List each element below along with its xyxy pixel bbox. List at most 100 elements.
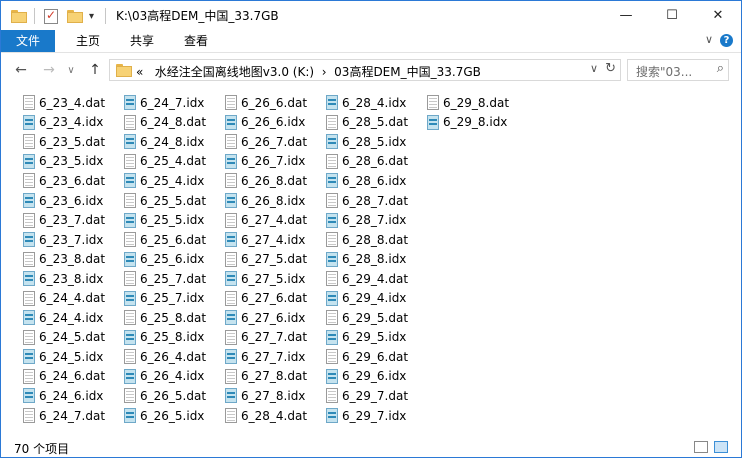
file-item[interactable]: 6_29_6.idx [326, 367, 408, 387]
file-item[interactable]: 6_23_7.idx [23, 230, 105, 250]
file-item[interactable]: 6_23_8.idx [23, 269, 105, 289]
breadcrumb-overflow[interactable]: « [136, 65, 143, 79]
file-item[interactable]: 6_29_4.dat [326, 269, 408, 289]
back-button[interactable]: ← [11, 60, 31, 80]
breadcrumb-separator[interactable]: › [322, 65, 327, 79]
file-name: 6_24_6.dat [39, 369, 106, 384]
file-item[interactable]: 6_29_5.dat [326, 308, 408, 328]
minimize-button[interactable]: — [603, 1, 649, 30]
file-item[interactable]: 6_25_6.dat [124, 230, 206, 250]
file-item[interactable]: 6_23_6.dat [23, 171, 105, 191]
quick-access-dropdown[interactable]: ▾ [89, 7, 94, 25]
file-item[interactable]: 6_25_7.idx [124, 288, 206, 308]
address-dropdown-icon[interactable]: ∨ [590, 62, 598, 75]
breadcrumb-drive[interactable]: 水经注全国离线地图v3.0 (K:) [155, 65, 314, 79]
file-item[interactable]: 6_27_6.idx [225, 308, 307, 328]
search-box[interactable]: 搜索"03... ⌕ [627, 59, 729, 81]
search-placeholder: 搜索"03... [636, 65, 693, 79]
file-item[interactable]: 6_29_8.idx [427, 113, 509, 133]
file-item[interactable]: 6_25_8.dat [124, 308, 206, 328]
tab-share[interactable]: 共享 [121, 30, 163, 52]
file-item[interactable]: 6_28_4.idx [326, 93, 408, 113]
file-item[interactable]: 6_26_7.dat [225, 132, 307, 152]
file-item[interactable]: 6_26_8.idx [225, 191, 307, 211]
file-item[interactable]: 6_24_8.dat [124, 113, 206, 133]
file-item[interactable]: 6_24_8.idx [124, 132, 206, 152]
file-item[interactable]: 6_23_4.dat [23, 93, 105, 113]
file-item[interactable]: 6_28_8.dat [326, 230, 408, 250]
file-item[interactable]: 6_26_5.idx [124, 406, 206, 426]
file-item[interactable]: 6_28_6.idx [326, 171, 408, 191]
ribbon-expand-icon[interactable]: ∨ [705, 33, 713, 46]
file-item[interactable]: 6_24_6.dat [23, 367, 105, 387]
file-item[interactable]: 6_28_5.dat [326, 113, 408, 133]
maximize-button[interactable]: ☐ [649, 1, 695, 30]
file-item[interactable]: 6_24_6.idx [23, 386, 105, 406]
file-item[interactable]: 6_27_5.dat [225, 249, 307, 269]
file-item[interactable]: 6_24_5.idx [23, 347, 105, 367]
file-item[interactable]: 6_25_8.idx [124, 328, 206, 348]
address-bar[interactable]: « 水经注全国离线地图v3.0 (K:) › 03高程DEM_中国_33.7GB… [109, 59, 621, 81]
file-item[interactable]: 6_27_4.idx [225, 230, 307, 250]
properties-icon[interactable] [44, 7, 58, 25]
file-item[interactable]: 6_25_7.dat [124, 269, 206, 289]
tab-view[interactable]: 查看 [175, 30, 217, 52]
close-button[interactable]: ✕ [695, 1, 741, 30]
file-item[interactable]: 6_26_6.idx [225, 113, 307, 133]
file-item[interactable]: 6_28_7.dat [326, 191, 408, 211]
breadcrumb-current-folder[interactable]: 03高程DEM_中国_33.7GB [334, 65, 481, 79]
file-item[interactable]: 6_29_6.dat [326, 347, 408, 367]
file-item[interactable]: 6_28_7.idx [326, 210, 408, 230]
forward-button[interactable]: → [39, 60, 59, 80]
file-item[interactable]: 6_23_8.dat [23, 249, 105, 269]
file-item[interactable]: 6_23_7.dat [23, 210, 105, 230]
file-item[interactable]: 6_24_4.idx [23, 308, 105, 328]
file-item[interactable]: 6_25_5.dat [124, 191, 206, 211]
idx-file-icon [23, 153, 35, 169]
file-item[interactable]: 6_28_8.idx [326, 249, 408, 269]
new-folder-icon[interactable] [67, 7, 83, 25]
file-item[interactable]: 6_24_7.dat [23, 406, 105, 426]
file-item[interactable]: 6_28_5.idx [326, 132, 408, 152]
file-item[interactable]: 6_25_5.idx [124, 210, 206, 230]
file-item[interactable]: 6_26_8.dat [225, 171, 307, 191]
file-item[interactable]: 6_23_5.idx [23, 152, 105, 172]
file-item[interactable]: 6_23_4.idx [23, 113, 105, 133]
details-view-icon[interactable] [694, 441, 708, 453]
refresh-icon[interactable]: ↻ [605, 61, 616, 76]
file-item[interactable]: 6_26_6.dat [225, 93, 307, 113]
file-item[interactable]: 6_27_7.idx [225, 347, 307, 367]
file-item[interactable]: 6_29_5.idx [326, 328, 408, 348]
file-item[interactable]: 6_29_8.dat [427, 93, 509, 113]
toolbar-separator [34, 8, 35, 24]
file-item[interactable]: 6_26_4.dat [124, 347, 206, 367]
up-button[interactable]: ↑ [85, 60, 105, 80]
file-item[interactable]: 6_27_8.dat [225, 367, 307, 387]
file-item[interactable]: 6_27_7.dat [225, 328, 307, 348]
file-item[interactable]: 6_28_6.dat [326, 152, 408, 172]
file-item[interactable]: 6_26_4.idx [124, 367, 206, 387]
tab-home[interactable]: 主页 [67, 30, 109, 52]
file-item[interactable]: 6_25_6.idx [124, 249, 206, 269]
file-item[interactable]: 6_28_4.dat [225, 406, 307, 426]
file-item[interactable]: 6_27_5.idx [225, 269, 307, 289]
file-item[interactable]: 6_27_8.idx [225, 386, 307, 406]
file-item[interactable]: 6_29_7.dat [326, 386, 408, 406]
file-item[interactable]: 6_26_7.idx [225, 152, 307, 172]
file-item[interactable]: 6_23_6.idx [23, 191, 105, 211]
file-item[interactable]: 6_29_4.idx [326, 288, 408, 308]
file-item[interactable]: 6_23_5.dat [23, 132, 105, 152]
file-item[interactable]: 6_29_7.idx [326, 406, 408, 426]
file-item[interactable]: 6_24_4.dat [23, 288, 105, 308]
recent-locations-button[interactable]: ∨ [61, 60, 81, 80]
file-item[interactable]: 6_27_6.dat [225, 288, 307, 308]
tab-file[interactable]: 文件 [1, 30, 55, 52]
file-item[interactable]: 6_24_7.idx [124, 93, 206, 113]
file-item[interactable]: 6_26_5.dat [124, 386, 206, 406]
file-item[interactable]: 6_25_4.dat [124, 152, 206, 172]
help-icon[interactable]: ? [720, 34, 733, 47]
file-item[interactable]: 6_24_5.dat [23, 328, 105, 348]
file-item[interactable]: 6_25_4.idx [124, 171, 206, 191]
large-icons-view-icon[interactable] [714, 441, 728, 453]
file-item[interactable]: 6_27_4.dat [225, 210, 307, 230]
